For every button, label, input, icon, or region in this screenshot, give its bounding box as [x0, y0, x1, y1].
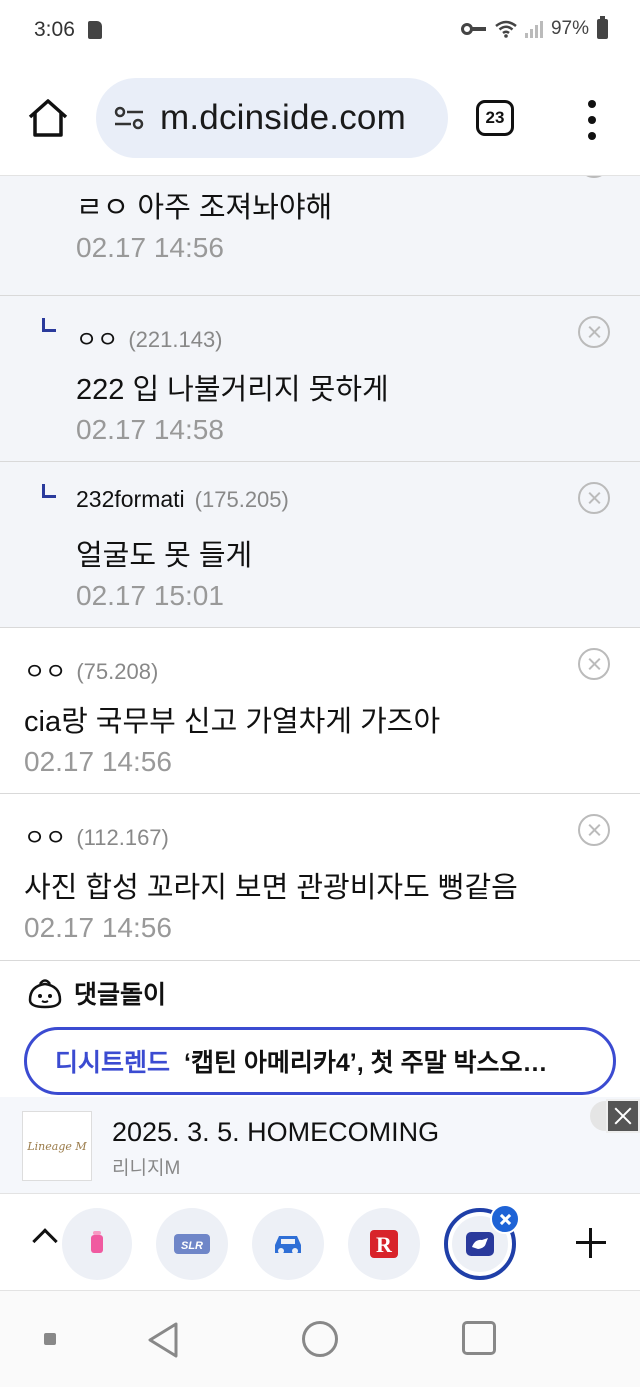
- comment-ip: (175.205): [194, 487, 289, 512]
- comment-item: 232formati (175.205) 얼굴도 못 들게 02.17 15:0…: [0, 462, 640, 628]
- battery-percent: 97%: [550, 18, 589, 39]
- status-bar: 3:06 97%: [0, 0, 640, 64]
- comment-nick[interactable]: ㅇㅇ: [24, 652, 66, 686]
- more-menu-button[interactable]: [584, 100, 600, 140]
- quick-app-slr[interactable]: SLR: [156, 1208, 228, 1280]
- system-nav-bar: [0, 1291, 640, 1387]
- tab-switcher-button[interactable]: 23: [476, 100, 514, 136]
- comment-item: (75.208) ㄹㅇ 아주 조져놔야해 02.17 14:56: [0, 176, 640, 296]
- r-icon: R: [370, 1230, 398, 1258]
- comment-bot-title: 댓글돌이: [74, 981, 167, 1009]
- battery-icon: [597, 16, 608, 39]
- gallery-icon: [466, 1232, 494, 1256]
- comment-date: 02.17 14:56: [24, 746, 172, 777]
- trend-label: 디시트렌드: [55, 1049, 171, 1077]
- ad-close-icon[interactable]: [606, 1099, 640, 1133]
- nav-menu-icon[interactable]: [44, 1333, 56, 1345]
- vpn-key-icon: [460, 22, 487, 36]
- signal-icon: [524, 20, 543, 38]
- comment-nick[interactable]: 232formati: [76, 486, 185, 513]
- collapse-up-icon[interactable]: [32, 1228, 58, 1254]
- url-text: m.dcinside.com: [160, 98, 406, 137]
- comment-body: 사진 합성 꼬라지 보면 관광비자도 뻥같음: [24, 872, 518, 904]
- address-bar[interactable]: m.dcinside.com: [96, 78, 448, 158]
- reply-arrow-icon: [42, 318, 56, 332]
- add-quick-app-button[interactable]: [576, 1228, 606, 1258]
- comment-body: ㄹㅇ 아주 조져놔야해: [76, 192, 333, 224]
- comment-ip: (75.208): [76, 659, 159, 684]
- comment-item: ㅇㅇ (75.208) cia랑 국무부 신고 가열차게 가즈아 02.17 1…: [0, 628, 640, 794]
- comment-item: ㅇㅇ (112.167) 사진 합성 꼬라지 보면 관광비자도 뻥같음 02.1…: [0, 794, 640, 961]
- comment-date: 02.17 14:56: [24, 912, 172, 943]
- comment-header: ㅇㅇ (221.143): [76, 320, 223, 354]
- browser-toolbar: m.dcinside.com 23: [0, 64, 640, 176]
- comment-bot-section: 댓글돌이 디시트렌드 ‘캡틴 아메리카4’, 첫 주말 박스오…: [0, 961, 640, 1095]
- slr-icon: SLR: [174, 1234, 210, 1254]
- trend-headline: ‘캡틴 아메리카4’, 첫 주말 박스오…: [184, 1049, 548, 1077]
- sd-card-icon: [88, 21, 102, 39]
- delete-comment-icon[interactable]: [578, 482, 610, 514]
- comment-bot-header: 댓글돌이: [26, 975, 166, 1011]
- status-time: 3:06: [34, 18, 75, 41]
- quick-app-gallery-active[interactable]: [444, 1204, 520, 1280]
- comment-body: 222 입 나불거리지 못하게: [76, 374, 389, 406]
- comment-date: 02.17 14:56: [76, 232, 224, 263]
- dumpling-bot-icon: [28, 979, 62, 1009]
- comment-ip: (221.143): [128, 327, 223, 352]
- quick-app-pink[interactable]: [62, 1208, 132, 1280]
- comment-body: cia랑 국무부 신고 가열차게 가즈아: [24, 706, 441, 738]
- ad-subtitle: 리니지M: [112, 1158, 181, 1179]
- comment-ip: (112.167): [76, 825, 169, 850]
- delete-comment-icon[interactable]: [578, 176, 610, 178]
- nav-back-icon[interactable]: [146, 1321, 180, 1359]
- comment-list: (75.208) ㄹㅇ 아주 조져놔야해 02.17 14:56 ㅇㅇ (221…: [0, 176, 640, 961]
- app-pink-icon: [91, 1231, 103, 1253]
- comment-nick[interactable]: ㅇㅇ: [24, 818, 66, 852]
- nav-recents-icon[interactable]: [462, 1321, 496, 1355]
- comment-header: 232formati (175.205): [76, 486, 289, 513]
- comment-date: 02.17 14:58: [76, 414, 224, 445]
- delete-comment-icon[interactable]: [578, 814, 610, 846]
- home-icon: [28, 99, 68, 137]
- ad-banner[interactable]: Lineage M 2025. 3. 5. HOMECOMING 리니지M: [0, 1097, 640, 1193]
- site-settings-icon[interactable]: [114, 106, 144, 130]
- status-right: 97%: [460, 16, 608, 40]
- reply-arrow-icon: [42, 484, 56, 498]
- comment-nick[interactable]: ㅇㅇ: [76, 320, 118, 354]
- comment-item: ㅇㅇ (221.143) 222 입 나불거리지 못하게 02.17 14:58: [0, 296, 640, 462]
- comment-header: ㅇㅇ (112.167): [24, 818, 169, 852]
- ad-logo: Lineage M: [22, 1111, 92, 1181]
- dcitrend-banner[interactable]: 디시트렌드 ‘캡틴 아메리카4’, 첫 주말 박스오…: [24, 1027, 616, 1095]
- svg-text:R: R: [376, 1232, 393, 1257]
- home-button[interactable]: [26, 98, 70, 138]
- car-icon: [275, 1236, 301, 1254]
- nav-home-icon[interactable]: [302, 1321, 338, 1357]
- quick-app-r[interactable]: R: [348, 1208, 420, 1280]
- wifi-icon: [495, 20, 517, 38]
- comment-header: ㅇㅇ (75.208): [24, 652, 158, 686]
- comment-body: 얼굴도 못 들게: [76, 540, 253, 572]
- svg-text:SLR: SLR: [181, 1240, 203, 1252]
- comment-date: 02.17 15:01: [76, 580, 224, 611]
- delete-comment-icon[interactable]: [578, 648, 610, 680]
- quick-app-car[interactable]: [252, 1208, 324, 1280]
- quick-access-bar: SLR R: [0, 1193, 640, 1291]
- close-quick-app-icon[interactable]: [490, 1204, 520, 1234]
- delete-comment-icon[interactable]: [578, 316, 610, 348]
- ad-title: 2025. 3. 5. HOMECOMING: [112, 1117, 440, 1147]
